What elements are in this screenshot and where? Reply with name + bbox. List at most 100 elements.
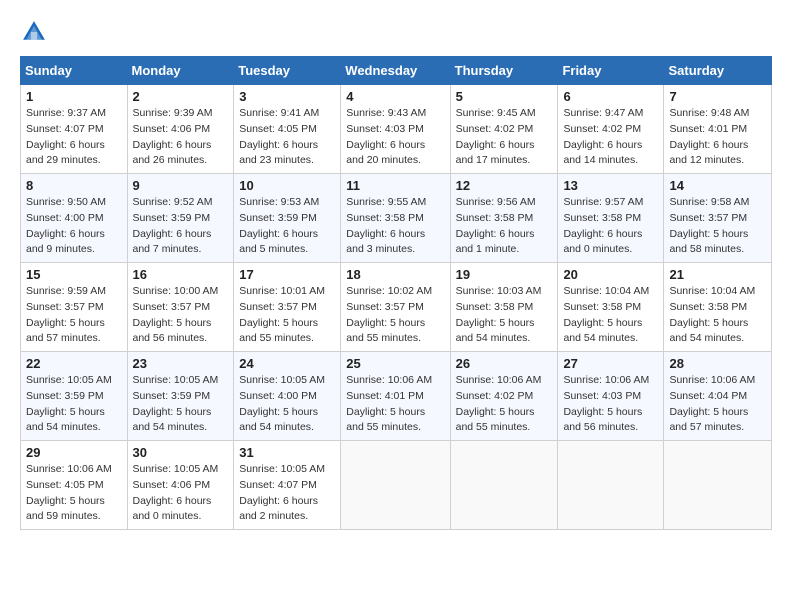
calendar-week-2: 8 Sunrise: 9:50 AM Sunset: 4:00 PM Dayli… — [21, 174, 772, 263]
day-info: Sunrise: 10:06 AM Sunset: 4:03 PM Daylig… — [563, 374, 649, 433]
day-number: 12 — [456, 178, 553, 193]
calendar-cell: 27 Sunrise: 10:06 AM Sunset: 4:03 PM Day… — [558, 352, 664, 441]
day-info: Sunrise: 9:52 AM Sunset: 3:59 PM Dayligh… — [133, 196, 213, 255]
weekday-header-wednesday: Wednesday — [341, 57, 450, 85]
day-number: 30 — [133, 445, 229, 460]
day-info: Sunrise: 10:06 AM Sunset: 4:04 PM Daylig… — [669, 374, 755, 433]
day-info: Sunrise: 9:56 AM Sunset: 3:58 PM Dayligh… — [456, 196, 536, 255]
day-number: 1 — [26, 89, 122, 104]
calendar-cell: 31 Sunrise: 10:05 AM Sunset: 4:07 PM Day… — [234, 441, 341, 530]
day-info: Sunrise: 9:39 AM Sunset: 4:06 PM Dayligh… — [133, 107, 213, 166]
day-number: 15 — [26, 267, 122, 282]
calendar-cell: 2 Sunrise: 9:39 AM Sunset: 4:06 PM Dayli… — [127, 85, 234, 174]
day-number: 21 — [669, 267, 766, 282]
day-number: 4 — [346, 89, 444, 104]
day-number: 8 — [26, 178, 122, 193]
calendar-cell: 19 Sunrise: 10:03 AM Sunset: 3:58 PM Day… — [450, 263, 558, 352]
calendar-cell: 24 Sunrise: 10:05 AM Sunset: 4:00 PM Day… — [234, 352, 341, 441]
calendar-cell: 3 Sunrise: 9:41 AM Sunset: 4:05 PM Dayli… — [234, 85, 341, 174]
calendar-cell: 10 Sunrise: 9:53 AM Sunset: 3:59 PM Dayl… — [234, 174, 341, 263]
day-info: Sunrise: 9:47 AM Sunset: 4:02 PM Dayligh… — [563, 107, 643, 166]
calendar-cell: 13 Sunrise: 9:57 AM Sunset: 3:58 PM Dayl… — [558, 174, 664, 263]
calendar-cell — [341, 441, 450, 530]
day-number: 14 — [669, 178, 766, 193]
day-number: 11 — [346, 178, 444, 193]
calendar-cell: 9 Sunrise: 9:52 AM Sunset: 3:59 PM Dayli… — [127, 174, 234, 263]
day-number: 31 — [239, 445, 335, 460]
calendar-cell: 4 Sunrise: 9:43 AM Sunset: 4:03 PM Dayli… — [341, 85, 450, 174]
calendar-cell: 14 Sunrise: 9:58 AM Sunset: 3:57 PM Dayl… — [664, 174, 772, 263]
day-number: 6 — [563, 89, 658, 104]
day-info: Sunrise: 9:48 AM Sunset: 4:01 PM Dayligh… — [669, 107, 749, 166]
weekday-header-tuesday: Tuesday — [234, 57, 341, 85]
day-number: 18 — [346, 267, 444, 282]
day-info: Sunrise: 10:00 AM Sunset: 3:57 PM Daylig… — [133, 285, 219, 344]
calendar-cell: 1 Sunrise: 9:37 AM Sunset: 4:07 PM Dayli… — [21, 85, 128, 174]
day-info: Sunrise: 9:41 AM Sunset: 4:05 PM Dayligh… — [239, 107, 319, 166]
day-info: Sunrise: 10:06 AM Sunset: 4:02 PM Daylig… — [456, 374, 542, 433]
day-number: 10 — [239, 178, 335, 193]
weekday-header-saturday: Saturday — [664, 57, 772, 85]
header — [20, 18, 772, 46]
calendar-cell: 15 Sunrise: 9:59 AM Sunset: 3:57 PM Dayl… — [21, 263, 128, 352]
day-number: 25 — [346, 356, 444, 371]
calendar-cell: 7 Sunrise: 9:48 AM Sunset: 4:01 PM Dayli… — [664, 85, 772, 174]
day-number: 27 — [563, 356, 658, 371]
calendar-week-5: 29 Sunrise: 10:06 AM Sunset: 4:05 PM Day… — [21, 441, 772, 530]
calendar-cell: 8 Sunrise: 9:50 AM Sunset: 4:00 PM Dayli… — [21, 174, 128, 263]
day-number: 20 — [563, 267, 658, 282]
day-info: Sunrise: 10:03 AM Sunset: 3:58 PM Daylig… — [456, 285, 542, 344]
calendar-cell: 28 Sunrise: 10:06 AM Sunset: 4:04 PM Day… — [664, 352, 772, 441]
day-info: Sunrise: 9:57 AM Sunset: 3:58 PM Dayligh… — [563, 196, 643, 255]
calendar-cell: 25 Sunrise: 10:06 AM Sunset: 4:01 PM Day… — [341, 352, 450, 441]
day-number: 19 — [456, 267, 553, 282]
calendar-table: SundayMondayTuesdayWednesdayThursdayFrid… — [20, 56, 772, 530]
calendar-cell: 29 Sunrise: 10:06 AM Sunset: 4:05 PM Day… — [21, 441, 128, 530]
weekday-header-friday: Friday — [558, 57, 664, 85]
day-info: Sunrise: 9:45 AM Sunset: 4:02 PM Dayligh… — [456, 107, 536, 166]
day-info: Sunrise: 10:04 AM Sunset: 3:58 PM Daylig… — [669, 285, 755, 344]
day-info: Sunrise: 9:55 AM Sunset: 3:58 PM Dayligh… — [346, 196, 426, 255]
calendar-cell: 23 Sunrise: 10:05 AM Sunset: 3:59 PM Day… — [127, 352, 234, 441]
day-info: Sunrise: 10:05 AM Sunset: 4:07 PM Daylig… — [239, 463, 325, 522]
day-info: Sunrise: 10:01 AM Sunset: 3:57 PM Daylig… — [239, 285, 325, 344]
calendar-week-1: 1 Sunrise: 9:37 AM Sunset: 4:07 PM Dayli… — [21, 85, 772, 174]
calendar-cell: 22 Sunrise: 10:05 AM Sunset: 3:59 PM Day… — [21, 352, 128, 441]
calendar-cell: 12 Sunrise: 9:56 AM Sunset: 3:58 PM Dayl… — [450, 174, 558, 263]
weekday-header-monday: Monday — [127, 57, 234, 85]
calendar-week-3: 15 Sunrise: 9:59 AM Sunset: 3:57 PM Dayl… — [21, 263, 772, 352]
page: SundayMondayTuesdayWednesdayThursdayFrid… — [0, 0, 792, 540]
day-info: Sunrise: 9:53 AM Sunset: 3:59 PM Dayligh… — [239, 196, 319, 255]
calendar-cell: 17 Sunrise: 10:01 AM Sunset: 3:57 PM Day… — [234, 263, 341, 352]
calendar-cell: 16 Sunrise: 10:00 AM Sunset: 3:57 PM Day… — [127, 263, 234, 352]
weekday-header-thursday: Thursday — [450, 57, 558, 85]
calendar-cell: 30 Sunrise: 10:05 AM Sunset: 4:06 PM Day… — [127, 441, 234, 530]
day-number: 17 — [239, 267, 335, 282]
day-info: Sunrise: 10:02 AM Sunset: 3:57 PM Daylig… — [346, 285, 432, 344]
day-number: 28 — [669, 356, 766, 371]
calendar-week-4: 22 Sunrise: 10:05 AM Sunset: 3:59 PM Day… — [21, 352, 772, 441]
day-info: Sunrise: 10:05 AM Sunset: 4:06 PM Daylig… — [133, 463, 219, 522]
day-number: 2 — [133, 89, 229, 104]
calendar-cell: 26 Sunrise: 10:06 AM Sunset: 4:02 PM Day… — [450, 352, 558, 441]
day-info: Sunrise: 9:50 AM Sunset: 4:00 PM Dayligh… — [26, 196, 106, 255]
logo-icon — [20, 18, 48, 46]
day-info: Sunrise: 10:06 AM Sunset: 4:01 PM Daylig… — [346, 374, 432, 433]
weekday-header-sunday: Sunday — [21, 57, 128, 85]
day-number: 13 — [563, 178, 658, 193]
day-info: Sunrise: 10:06 AM Sunset: 4:05 PM Daylig… — [26, 463, 112, 522]
day-info: Sunrise: 9:59 AM Sunset: 3:57 PM Dayligh… — [26, 285, 106, 344]
day-number: 9 — [133, 178, 229, 193]
day-number: 23 — [133, 356, 229, 371]
day-info: Sunrise: 10:04 AM Sunset: 3:58 PM Daylig… — [563, 285, 649, 344]
calendar-cell — [664, 441, 772, 530]
calendar-cell — [558, 441, 664, 530]
day-number: 3 — [239, 89, 335, 104]
day-number: 29 — [26, 445, 122, 460]
day-info: Sunrise: 10:05 AM Sunset: 4:00 PM Daylig… — [239, 374, 325, 433]
day-info: Sunrise: 9:37 AM Sunset: 4:07 PM Dayligh… — [26, 107, 106, 166]
calendar-cell: 18 Sunrise: 10:02 AM Sunset: 3:57 PM Day… — [341, 263, 450, 352]
day-number: 26 — [456, 356, 553, 371]
calendar-cell: 5 Sunrise: 9:45 AM Sunset: 4:02 PM Dayli… — [450, 85, 558, 174]
weekday-header-row: SundayMondayTuesdayWednesdayThursdayFrid… — [21, 57, 772, 85]
